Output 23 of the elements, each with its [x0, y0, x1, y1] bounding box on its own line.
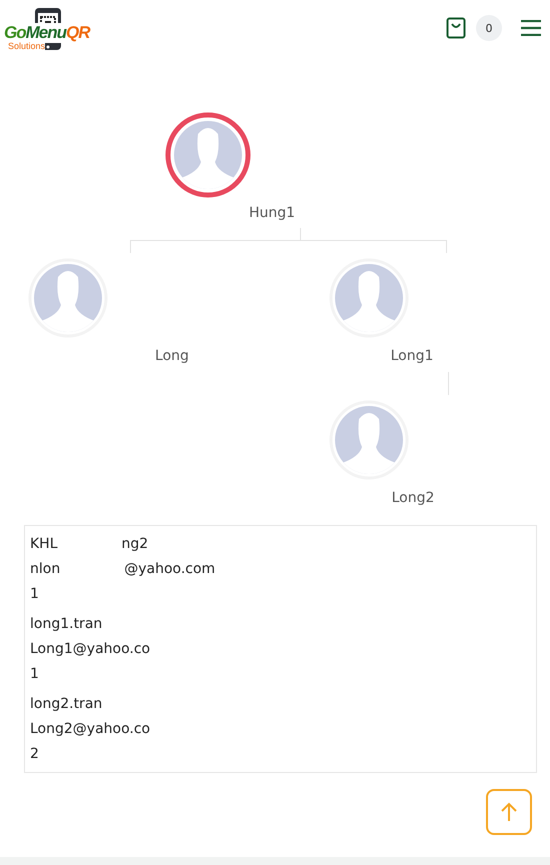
detail-text: @yahoo.com — [124, 560, 216, 576]
logo-text: Go — [4, 23, 26, 42]
menu-icon[interactable] — [520, 20, 542, 36]
shopping-bag-icon[interactable] — [446, 17, 466, 39]
member-name: Long2 — [392, 490, 434, 506]
member-name: Long1 — [390, 348, 434, 364]
logo-text: QR — [66, 23, 90, 43]
arrow-up-icon — [500, 802, 518, 822]
logo-tagline: Solutions — [8, 41, 46, 51]
detail-text: 1 — [30, 666, 39, 682]
detail-text: Long1@yahoo.co — [30, 640, 150, 656]
detail-text: long2.tran — [30, 696, 102, 712]
member-name: Hung1 — [248, 205, 296, 221]
detail-text: 1 — [30, 586, 39, 602]
detail-text: 2 — [30, 746, 39, 762]
detail-text: nlon — [30, 560, 60, 576]
cart-count: 0 — [476, 15, 502, 41]
detail-text: Long2@yahoo.co — [30, 720, 150, 736]
detail-text: long1.tran — [30, 616, 102, 632]
detail-text: ng2 — [122, 536, 148, 552]
logo-text: Menu — [26, 23, 66, 43]
member-name: Long — [155, 348, 189, 364]
detail-text: KHL — [30, 536, 58, 552]
